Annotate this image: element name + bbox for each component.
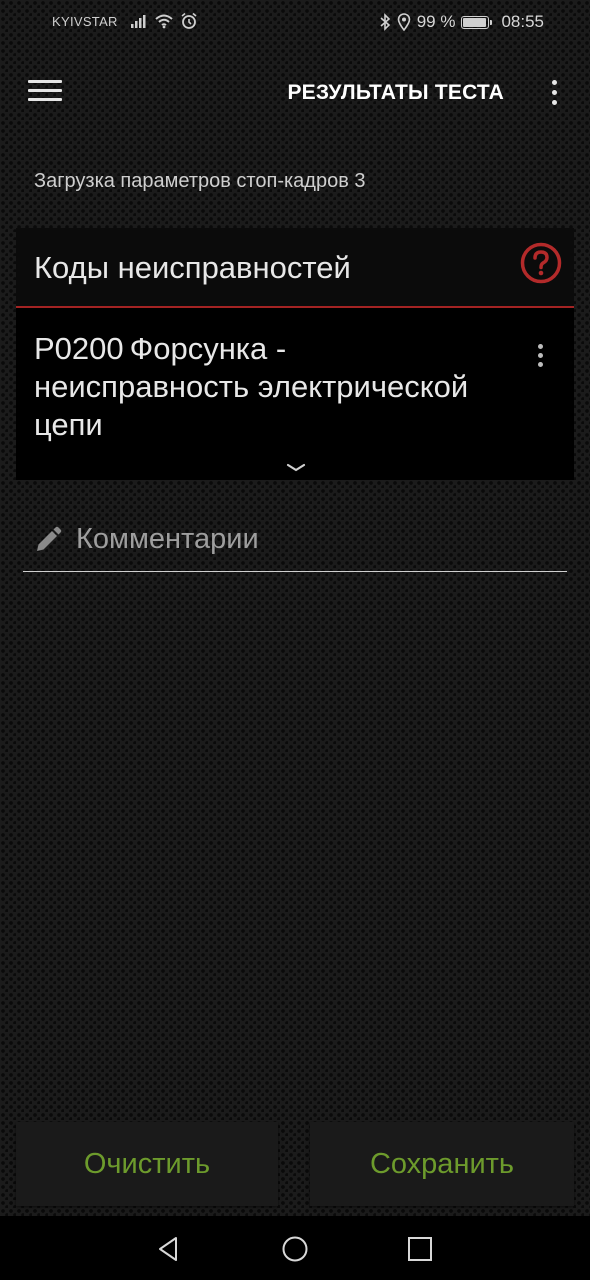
wifi-icon — [155, 14, 173, 29]
page-title: РЕЗУЛЬТАТЫ ТЕСТА — [287, 81, 504, 104]
fault-codes-card: Коды неисправностей P0200 Форсунка - неис… — [16, 228, 574, 480]
more-vert-icon[interactable] — [548, 80, 560, 108]
fault-code-item[interactable]: P0200 Форсунка - неисправность электричес… — [16, 308, 574, 480]
dtc-code: P0200 — [34, 331, 124, 366]
location-icon — [397, 13, 411, 31]
chevron-down-icon[interactable] — [284, 462, 308, 474]
status-icons-right: 99 % 08:55 — [379, 12, 544, 32]
battery-percent: 99 % — [416, 12, 456, 31]
nav-back-icon[interactable] — [154, 1234, 184, 1264]
save-button[interactable]: Сохранить — [310, 1122, 574, 1206]
app-bar: РЕЗУЛЬТАТЫ ТЕСТА — [0, 56, 590, 128]
dtc-more-vert-icon[interactable] — [534, 344, 546, 374]
clock: 08:55 — [501, 12, 544, 31]
dtc-text: P0200 Форсунка - неисправность электричес… — [34, 330, 504, 444]
signal-icon — [131, 15, 146, 28]
battery-icon — [461, 15, 493, 29]
pencil-icon — [37, 526, 62, 551]
fault-codes-title: Коды неисправностей — [34, 250, 351, 285]
system-nav-bar — [0, 1216, 590, 1280]
bluetooth-icon — [380, 13, 390, 31]
clear-button[interactable]: Очистить — [16, 1122, 278, 1206]
alarm-icon — [181, 12, 197, 29]
help-circle-icon[interactable] — [520, 242, 562, 284]
hamburger-menu-icon[interactable] — [28, 80, 62, 104]
freeze-frame-subtitle: Загрузка параметров стоп-кадров 3 — [34, 170, 366, 192]
comment-input[interactable]: Комментарии — [23, 515, 567, 572]
carrier-label: KYIVSTAR — [52, 14, 118, 29]
nav-home-icon[interactable] — [280, 1234, 310, 1264]
fault-codes-header: Коды неисправностей — [16, 228, 574, 308]
status-icons-left — [130, 12, 198, 30]
status-bar: KYIVSTAR 99 % 08:55 — [0, 0, 590, 48]
nav-recent-apps-icon[interactable] — [405, 1234, 435, 1264]
comment-placeholder: Комментарии — [76, 523, 259, 555]
